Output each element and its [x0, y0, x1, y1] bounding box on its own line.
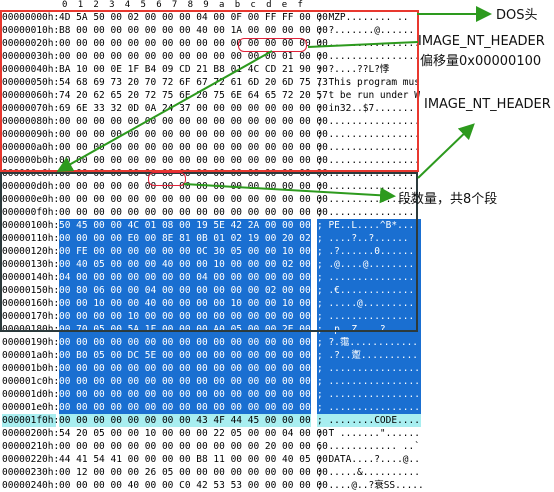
hex-row[interactable]: 00000240h: 00 00 00 00 40 00 00 C0 42 53 … — [0, 479, 554, 492]
row-ascii[interactable]: ; .....&.......... — [317, 466, 421, 479]
row-ascii[interactable]: ; T ......."...... — [317, 427, 421, 440]
row-ascii[interactable]: ; ................ — [317, 401, 421, 414]
hex-row[interactable]: 00000210h: 00 00 00 00 00 00 00 00 00 00 … — [0, 440, 554, 453]
section-count-label: 段数量，共8个段 — [398, 192, 498, 207]
row-ascii[interactable]: ; DATA....?....@.. — [317, 453, 421, 466]
hex-row[interactable]: 00000220h: 44 41 54 41 00 00 00 00 B8 11 … — [0, 453, 554, 466]
row-address: 00000230h: — [2, 467, 60, 478]
row-hex-bytes[interactable]: 00 00 00 00 40 00 00 C0 42 53 53 00 00 0… — [59, 479, 328, 492]
hex-row[interactable]: 000001e0h: 00 00 00 00 00 00 00 00 00 00 … — [0, 401, 554, 414]
row-address: 00000200h: — [2, 428, 60, 439]
row-hex-bytes[interactable]: 00 00 00 00 00 00 00 00 00 00 00 00 00 0… — [59, 401, 328, 414]
row-address: 00000210h: — [2, 441, 60, 452]
row-address: 00000240h: — [2, 480, 60, 491]
row-ascii[interactable]: ; ....@..?衰SS..... — [317, 479, 424, 492]
nt-offset-arrow — [307, 41, 419, 48]
hex-row[interactable]: 000001f0h: 00 00 00 00 00 00 00 00 43 4F … — [0, 414, 554, 427]
nt-offset-title: IMAGE_NT_HEADER — [418, 34, 545, 49]
hex-row[interactable]: 00000200h: 54 20 05 00 00 10 00 00 00 22 … — [0, 427, 554, 440]
row-hex-bytes[interactable]: 54 20 05 00 00 10 00 00 00 22 05 00 00 0… — [59, 427, 328, 440]
row-hex-bytes[interactable]: 44 41 54 41 00 00 00 00 B8 11 00 00 00 4… — [59, 453, 328, 466]
row-address: 000001f0h: — [2, 414, 60, 427]
section-count-arrow — [183, 183, 396, 204]
row-hex-bytes[interactable]: 00 00 00 00 00 00 00 00 00 00 00 00 20 0… — [59, 440, 328, 453]
row-address: 000001e0h: — [2, 402, 60, 413]
nt-offset-value: 偏移量0x00000100 — [420, 54, 542, 69]
dos-header-label: DOS头 — [496, 8, 538, 23]
nt-header-arrow — [417, 123, 475, 179]
row-hex-bytes[interactable]: 00 12 00 00 00 26 05 00 00 00 00 00 00 0… — [59, 466, 328, 479]
row-ascii[interactable]: ; ........CODE.... — [317, 414, 421, 427]
row-address: 00000220h: — [2, 454, 60, 465]
row-ascii[interactable]: ; ............ ..` — [317, 440, 421, 453]
row-hex-bytes[interactable]: 00 00 00 00 00 00 00 00 43 4F 44 45 00 0… — [59, 414, 328, 427]
hex-row[interactable]: 00000230h: 00 12 00 00 00 26 05 00 00 00 … — [0, 466, 554, 479]
nt-header-label: IMAGE_NT_HEADER — [424, 97, 551, 112]
nt-offset-to-header-arrow — [56, 50, 273, 172]
